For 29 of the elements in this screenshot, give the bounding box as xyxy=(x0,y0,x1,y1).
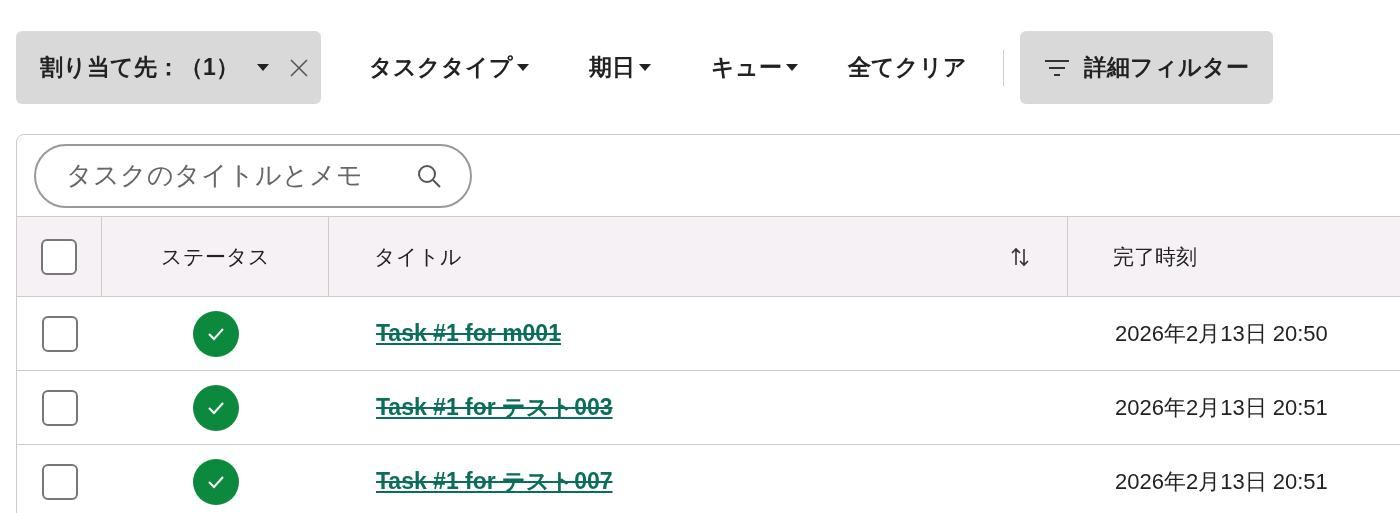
task-title-link[interactable]: Task #1 for m001 xyxy=(376,316,561,351)
task-title-link[interactable]: Task #1 for テスト007 xyxy=(376,464,613,499)
sort-icon[interactable] xyxy=(1009,245,1031,268)
chip-label: 割り当て先：（1） xyxy=(40,50,269,85)
filter-chip[interactable]: 割り当て先：（1） xyxy=(16,31,321,104)
column-header: タイトル xyxy=(374,243,462,270)
task-title-link[interactable]: Task #1 for テスト003 xyxy=(376,390,613,425)
search-icon xyxy=(416,162,442,189)
column-header: 完了時刻 xyxy=(1113,243,1197,270)
caret-icon xyxy=(256,64,269,71)
search-field[interactable]: タスクのタイトルとメモ xyxy=(34,143,472,208)
filter-icon xyxy=(1043,58,1070,77)
filter-dropdown[interactable]: 期日 xyxy=(558,31,681,104)
advanced-filter-button[interactable]: 詳細フィルター xyxy=(1019,31,1273,104)
close-icon[interactable] xyxy=(288,57,309,78)
completed-time: 2026年2月13日 20:51 xyxy=(1115,468,1328,496)
filter-dropdown[interactable]: キュー xyxy=(680,31,828,104)
completed-time: 2026年2月13日 20:50 xyxy=(1115,320,1328,348)
caret-icon xyxy=(638,64,651,71)
checkbox[interactable] xyxy=(41,238,77,275)
checkbox[interactable] xyxy=(41,315,78,352)
clear-all-button[interactable]: 全てクリア xyxy=(827,31,987,104)
column-header: ステータス xyxy=(160,243,270,270)
filter-dropdown[interactable]: タスクタイプ xyxy=(338,31,559,104)
caret-icon xyxy=(785,64,798,71)
caret-icon xyxy=(516,64,529,71)
completed-time: 2026年2月13日 20:51 xyxy=(1115,394,1328,422)
checkbox[interactable] xyxy=(41,389,78,426)
checkbox[interactable] xyxy=(41,463,78,500)
